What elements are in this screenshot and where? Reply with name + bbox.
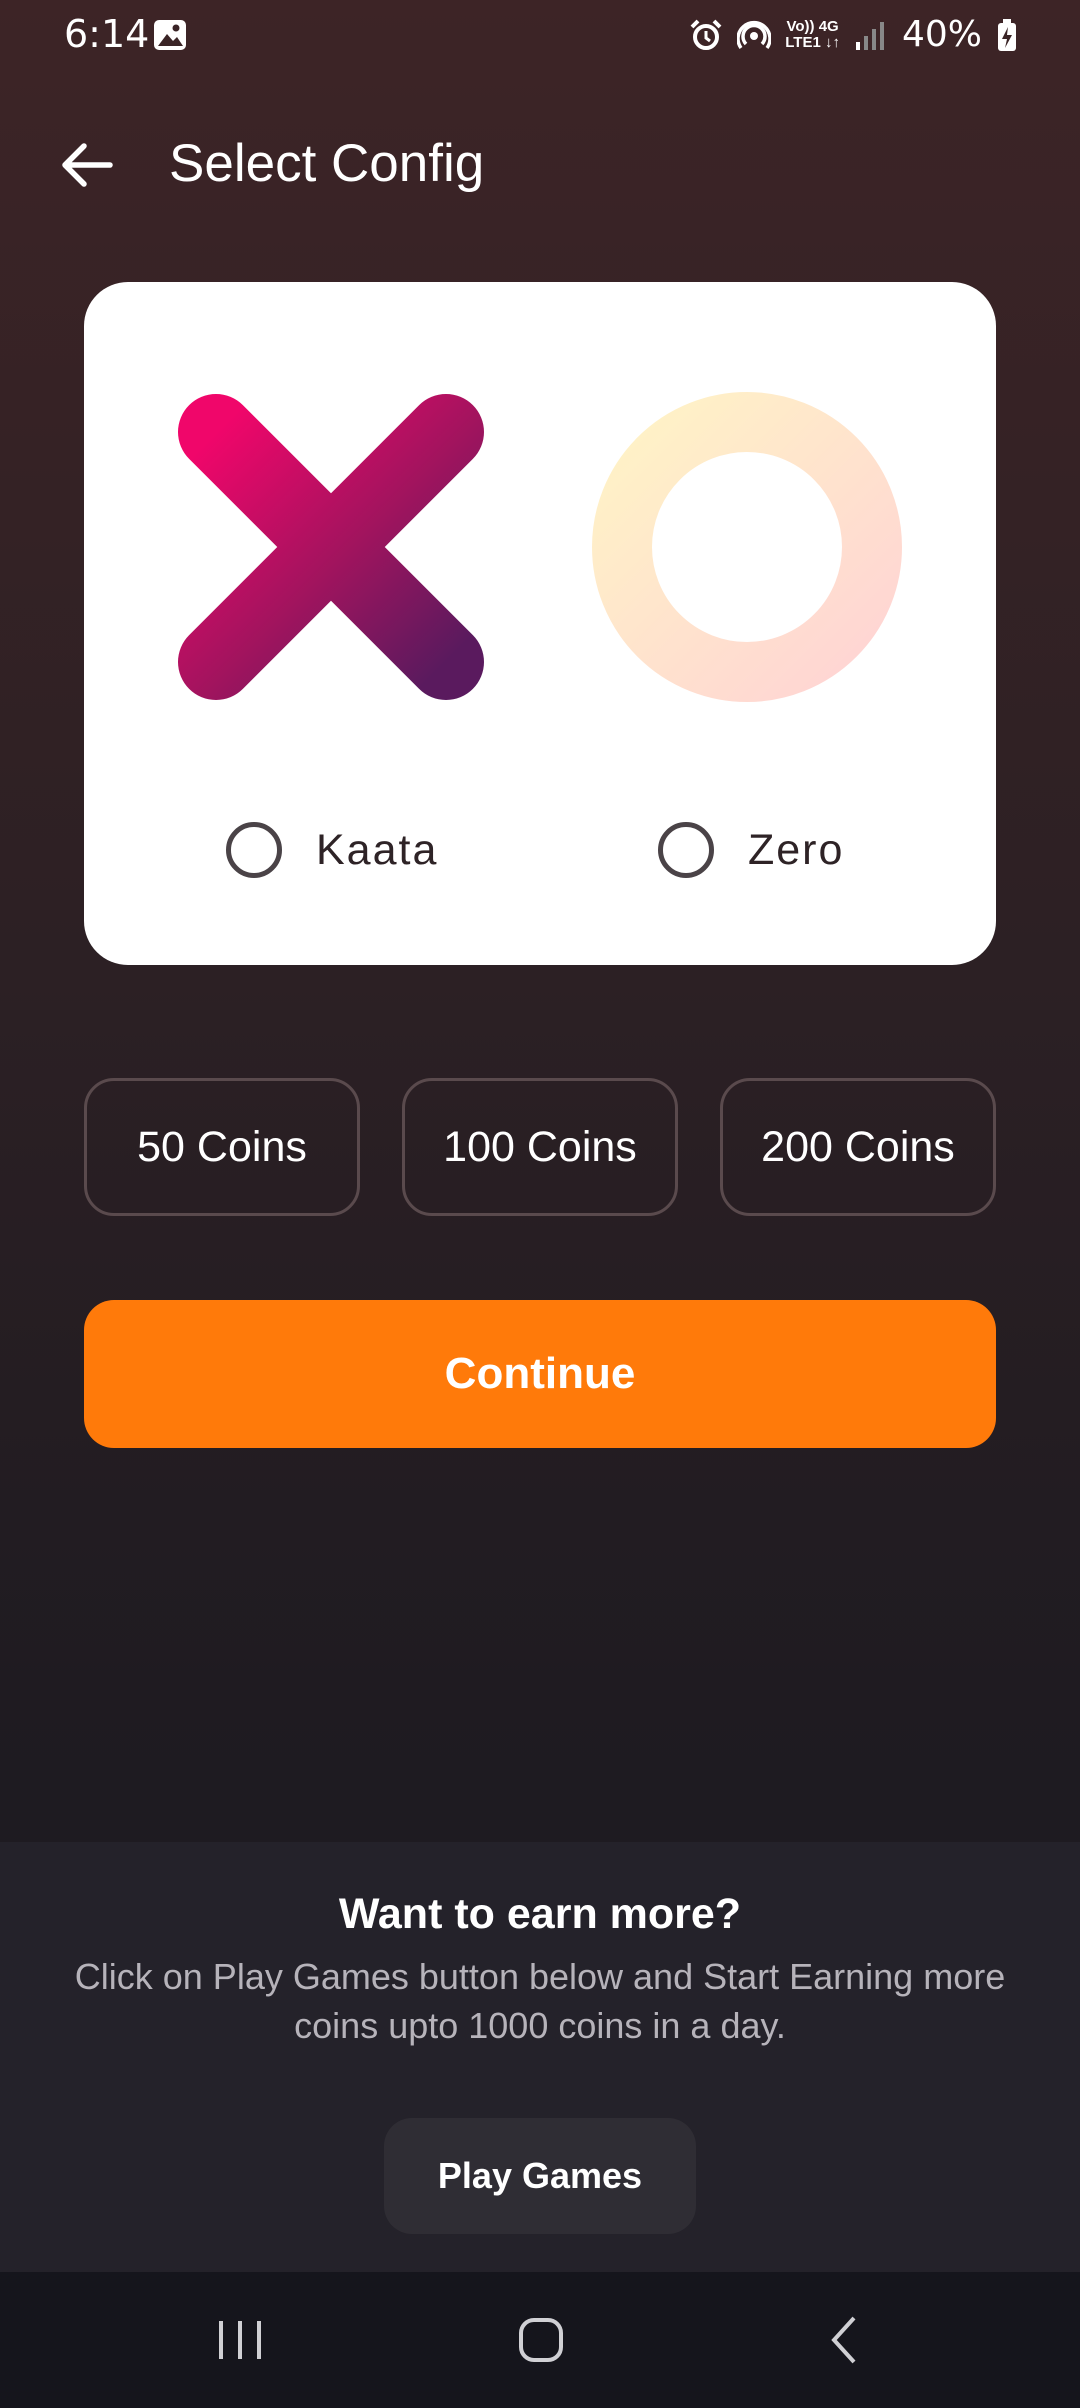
nav-back-button[interactable] xyxy=(808,2304,880,2376)
status-bar: 6:14 Vo)) 4G LTE1 ↓↑ 40% xyxy=(0,0,1080,72)
promo-title: Want to earn more? xyxy=(338,1890,742,1938)
status-icons: Vo)) 4G LTE1 ↓↑ 40% xyxy=(689,14,1018,55)
coin-100-button[interactable]: 100 Coins xyxy=(402,1078,678,1216)
kaata-label: Kaata xyxy=(316,825,439,874)
back-button[interactable] xyxy=(52,130,122,200)
recent-apps-button[interactable] xyxy=(204,2304,276,2376)
option-kaata[interactable]: Kaata xyxy=(226,822,438,878)
signal-icon xyxy=(855,21,884,50)
kaata-radio[interactable] xyxy=(226,822,282,878)
coin-options: 50 Coins 100 Coins 200 Coins xyxy=(84,1078,996,1216)
battery-charging-icon xyxy=(998,18,1016,51)
continue-button[interactable]: Continue xyxy=(84,1300,996,1448)
recent-apps-icon xyxy=(219,2321,261,2359)
page-title: Select Config xyxy=(169,134,485,193)
battery-percent: 40% xyxy=(901,14,982,55)
home-button[interactable] xyxy=(505,2304,577,2376)
network-type: Vo)) 4G LTE1 ↓↑ xyxy=(785,17,840,51)
home-icon xyxy=(519,2318,563,2362)
alarm-icon xyxy=(690,19,722,50)
status-time: 6:14 xyxy=(64,12,150,56)
gallery-icon xyxy=(154,20,186,50)
coin-200-button[interactable]: 200 Coins xyxy=(720,1078,996,1216)
zero-radio[interactable] xyxy=(658,822,714,878)
zero-label: Zero xyxy=(748,825,845,874)
system-nav-bar xyxy=(0,2272,1080,2408)
chevron-left-icon xyxy=(831,2316,856,2364)
play-games-button[interactable]: Play Games xyxy=(384,2118,696,2234)
x-mark-icon xyxy=(178,394,484,700)
coin-50-button[interactable]: 50 Coins xyxy=(84,1078,360,1216)
option-zero[interactable]: Zero xyxy=(658,822,844,878)
promo-text: Click on Play Games button below and Sta… xyxy=(74,1956,1006,2046)
arrow-left-icon xyxy=(62,143,113,187)
earn-more-section: Want to earn more? Click on Play Games b… xyxy=(0,1842,1080,2272)
hotspot-icon xyxy=(737,20,772,49)
o-mark-icon xyxy=(592,392,902,702)
config-card: Kaata Zero xyxy=(84,282,996,965)
